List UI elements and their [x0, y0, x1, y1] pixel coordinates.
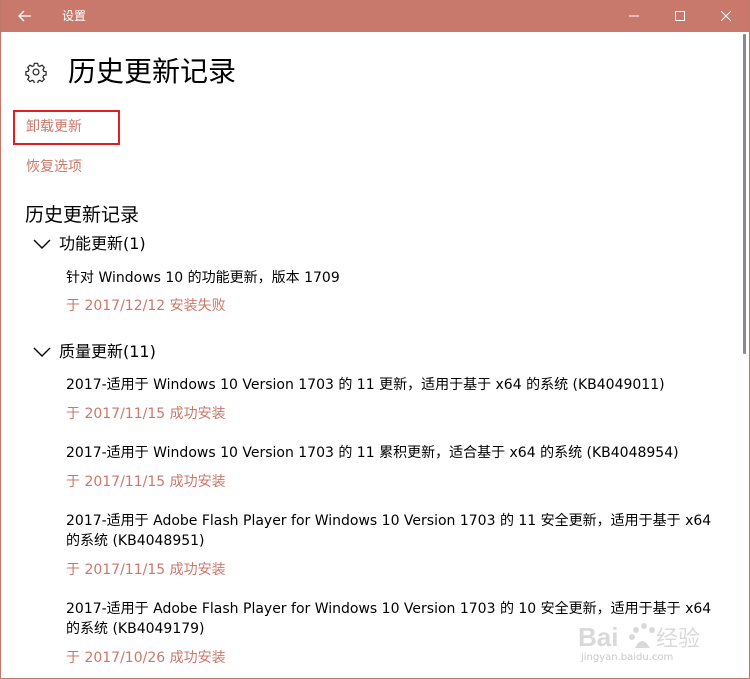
maximize-icon	[675, 11, 685, 21]
update-item-title: 针对 Windows 10 的功能更新，版本 1709	[66, 270, 340, 286]
window-title: 设置	[62, 9, 87, 23]
group-quality-updates[interactable]: 质量更新(11)	[33, 341, 156, 363]
page-title: 历史更新记录	[68, 55, 237, 88]
uninstall-updates-link[interactable]: 卸载更新	[26, 118, 82, 136]
update-item-title: 2017-适用于 Adobe Flash Player for Windows …	[66, 513, 712, 549]
chevron-down-icon	[33, 347, 51, 357]
section-title: 历史更新记录	[25, 204, 140, 226]
svg-text:Bai: Bai	[578, 622, 618, 652]
svg-text:经验: 经验	[656, 627, 700, 652]
update-item-status[interactable]: 于 2017/11/15 成功安装	[66, 561, 226, 579]
minimize-icon	[629, 15, 639, 17]
group-label: 功能更新(1)	[59, 234, 146, 253]
maximize-button[interactable]	[657, 0, 703, 32]
back-button[interactable]	[1, 0, 49, 32]
minimize-button[interactable]	[611, 0, 657, 32]
gear-icon	[25, 62, 47, 83]
title-bar: 设置	[1, 0, 749, 32]
update-item-status[interactable]: 于 2017/11/15 成功安装	[66, 473, 226, 491]
close-icon	[721, 11, 731, 21]
back-arrow-icon	[18, 10, 31, 22]
update-item-status[interactable]: 于 2017/10/26 成功安装	[66, 649, 226, 667]
update-item-title: 2017-适用于 Windows 10 Version 1703 的 11 更新…	[66, 377, 665, 393]
close-button[interactable]	[703, 0, 749, 32]
settings-window: 设置 历史更新记录 卸载更新 恢复选项 历史更新记录 功能更新(1) 针对 Wi…	[0, 0, 750, 679]
recovery-options-link[interactable]: 恢复选项	[26, 158, 82, 176]
group-feature-updates[interactable]: 功能更新(1)	[33, 233, 146, 255]
update-item-status[interactable]: 于 2017/11/15 成功安装	[66, 405, 226, 423]
update-item-status[interactable]: 于 2017/12/12 安装失败	[66, 297, 226, 315]
group-label: 质量更新(11)	[59, 342, 156, 361]
scrollbar[interactable]	[743, 34, 746, 354]
update-item-title: 2017-适用于 Windows 10 Version 1703 的 11 累积…	[66, 445, 679, 461]
chevron-down-icon	[33, 239, 51, 249]
watermark-url: jingyan.baidu.com	[581, 652, 674, 663]
watermark-logo: Bai 经验	[574, 614, 724, 674]
